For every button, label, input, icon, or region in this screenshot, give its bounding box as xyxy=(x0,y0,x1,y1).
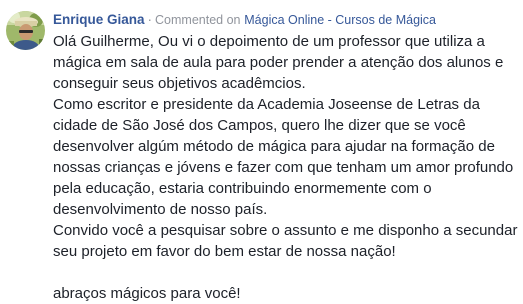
comment-action-text: Commented on xyxy=(155,13,240,27)
comment-item: Enrique Giana·Commented on Mágica Online… xyxy=(0,0,523,298)
author-name-link[interactable]: Enrique Giana xyxy=(53,12,145,27)
comment-paragraph: Como escritor e presidente da Academia J… xyxy=(53,94,519,220)
comment-paragraph: Convido você a pesquisar sobre o assunto… xyxy=(53,220,519,262)
comment-paragraph: Olá Guilherme, Ou vi o depoimento de um … xyxy=(53,31,519,94)
separator-dot: · xyxy=(148,12,153,27)
page-name-link[interactable]: Mágica Online - Cursos de Mágica xyxy=(244,13,436,27)
comment-header: Enrique Giana·Commented on Mágica Online… xyxy=(53,10,519,30)
avatar-photo-icon xyxy=(6,11,45,50)
comment-actions-cutoff xyxy=(53,292,83,298)
comment-body: Enrique Giana·Commented on Mágica Online… xyxy=(53,10,519,304)
comment-text: Olá Guilherme, Ou vi o depoimento de um … xyxy=(53,31,519,304)
author-avatar[interactable] xyxy=(6,11,45,50)
comment-paragraph: abraços mágicos para você! xyxy=(53,283,519,304)
